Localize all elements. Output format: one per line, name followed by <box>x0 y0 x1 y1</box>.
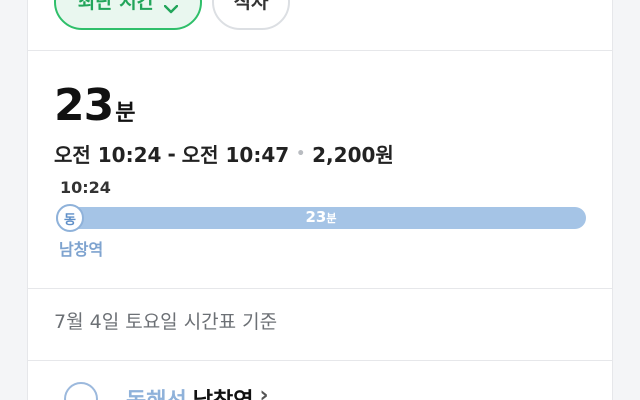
start-station-name[interactable]: 남창역 <box>59 236 103 260</box>
trip-duration: 23 분 <box>54 80 135 131</box>
station-label: 남창역 <box>193 383 254 400</box>
timeline-start-time: 10:24 <box>60 178 111 197</box>
filter-chip-fastest-label: 최단 시간 <box>77 0 155 13</box>
arrive-time: 오전 10:47 <box>181 143 290 167</box>
start-station-badge: 동 <box>56 204 84 232</box>
segment-minutes: 23 <box>305 208 327 226</box>
filter-chip-direct[interactable]: 직자 <box>212 0 290 30</box>
line-label: 동해선 <box>126 383 187 400</box>
segment-duration-label: 23분 <box>56 208 586 226</box>
duration-unit: 분 <box>115 101 136 126</box>
fare-separator: • <box>296 145 306 162</box>
filter-chip-direct-label: 직자 <box>233 0 269 13</box>
chevron-right-icon: › <box>259 383 269 400</box>
train-icon <box>64 382 98 400</box>
segment-unit: 분 <box>326 212 337 225</box>
duration-value: 23 <box>54 80 114 131</box>
divider <box>28 360 612 361</box>
schedule-basis-note: 7월 4일 토요일 시간표 기준 <box>54 311 278 333</box>
fare: 2,200원 <box>312 143 394 167</box>
divider <box>28 288 612 289</box>
time-separator: - <box>167 141 176 166</box>
route-card: 최단 시간 직자 23 분 오전 10:24 - 오전 10:47 • 2,20… <box>27 0 613 400</box>
divider <box>28 50 612 51</box>
next-step-text: 동해선 남창역 › <box>126 383 269 400</box>
trip-times: 오전 10:24 - 오전 10:47 • 2,200원 <box>54 139 394 168</box>
filter-chips: 최단 시간 직자 <box>54 0 290 30</box>
route-segment-bar[interactable]: 23분 <box>56 207 586 229</box>
filter-chip-fastest[interactable]: 최단 시간 <box>54 0 202 30</box>
depart-time: 오전 10:24 <box>54 143 162 167</box>
next-step-row[interactable]: 동해선 남창역 › <box>64 382 269 400</box>
chevron-down-icon <box>164 5 179 14</box>
